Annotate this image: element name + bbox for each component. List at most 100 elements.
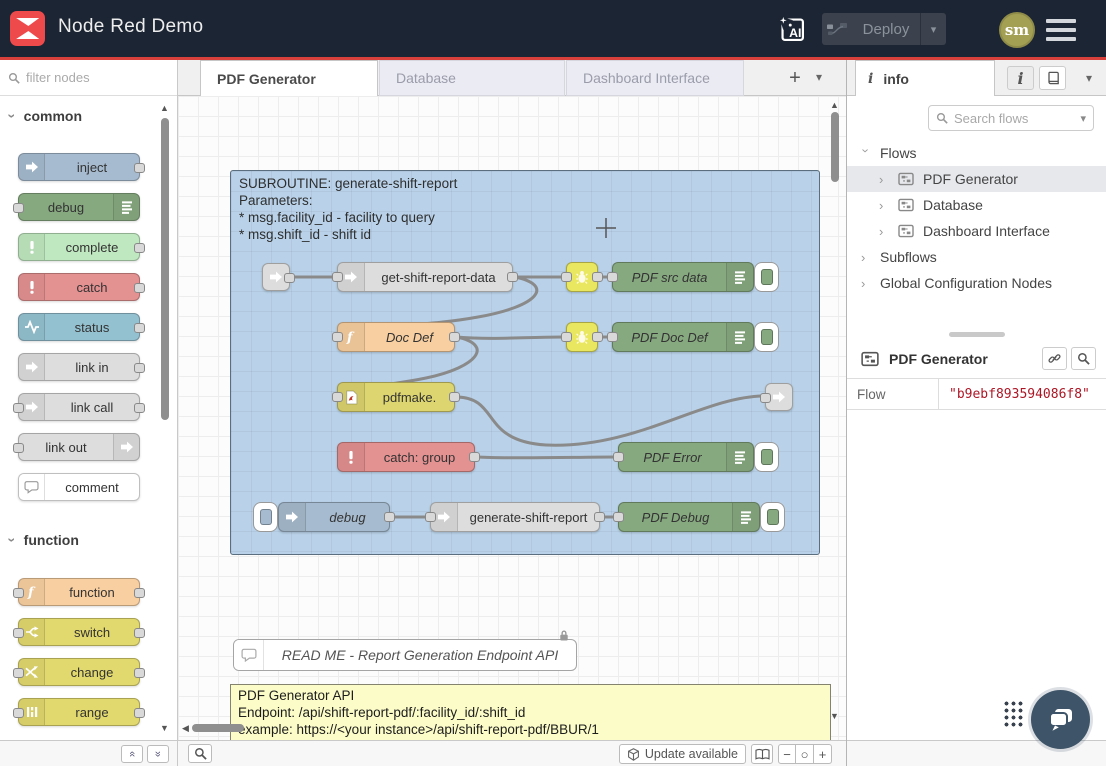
canvas-scroll-left[interactable]: ◀ (182, 724, 189, 733)
debug-node-pdf-doc-def[interactable]: PDF Doc Def (612, 322, 754, 352)
input-port[interactable] (332, 332, 343, 342)
expand-all-button[interactable]: « (147, 745, 169, 763)
debug-node-pdf-error[interactable]: PDF Error (618, 442, 754, 472)
zoom-reset-button[interactable]: ○ (796, 744, 814, 764)
tree-item-flows[interactable]: › Flows (847, 140, 1106, 166)
palette-node-function[interactable]: function (18, 578, 140, 606)
function-node-doc-def[interactable]: Doc Def (337, 322, 455, 352)
output-port[interactable] (134, 588, 145, 598)
sidebar-divider-handle[interactable] (847, 328, 1106, 340)
debug-enable-toggle[interactable] (754, 262, 779, 292)
pdfmake-node[interactable]: pdfmake. (337, 382, 455, 412)
palette-node-range[interactable]: range (18, 698, 140, 726)
palette-node-inject[interactable]: inject (18, 153, 140, 181)
palette-node-debug[interactable]: debug (18, 193, 140, 221)
help-book-button[interactable] (1039, 66, 1066, 90)
search-flows-input[interactable] (954, 111, 1074, 126)
output-port[interactable] (384, 512, 395, 522)
input-port[interactable] (613, 452, 624, 462)
filter-nodes-input[interactable] (26, 70, 169, 85)
link-out-node[interactable] (765, 383, 793, 411)
palette-node-switch[interactable]: switch (18, 618, 140, 646)
palette-node-status[interactable]: status (18, 313, 140, 341)
main-menu-button[interactable] (1046, 19, 1076, 41)
debug-enable-toggle[interactable] (754, 442, 779, 472)
output-port[interactable] (134, 323, 145, 333)
copy-link-button[interactable] (1042, 347, 1067, 370)
catch-node[interactable]: catch: group (337, 442, 475, 472)
output-port[interactable] (134, 283, 145, 293)
canvas-scroll-down[interactable]: ▼ (830, 712, 839, 721)
input-port[interactable] (332, 392, 343, 402)
output-port[interactable] (449, 332, 460, 342)
input-port[interactable] (561, 332, 572, 342)
output-port[interactable] (134, 668, 145, 678)
output-port[interactable] (449, 392, 460, 402)
canvas-horizontal-scrollbar[interactable] (192, 724, 244, 732)
input-port[interactable] (13, 203, 24, 213)
debug-enable-toggle[interactable] (754, 322, 779, 352)
link-call-node[interactable]: get-shift-report-data (337, 262, 513, 292)
ai-assistant-button[interactable] (776, 13, 808, 45)
deploy-options-button[interactable]: ▾ (920, 13, 946, 45)
flow-canvas[interactable]: SUBROUTINE: generate-shift-reportParamet… (178, 96, 846, 740)
palette-category-function[interactable]: › function (10, 532, 79, 548)
output-port[interactable] (134, 708, 145, 718)
input-port[interactable] (561, 272, 572, 282)
palette-node-link-out[interactable]: link out (18, 433, 140, 461)
link-call-node-generate[interactable]: generate-shift-report (430, 502, 600, 532)
search-flows-button[interactable] (188, 744, 212, 763)
input-port[interactable] (332, 272, 343, 282)
output-port[interactable] (134, 163, 145, 173)
tree-item-database[interactable]: › Database (847, 192, 1106, 218)
debug-node-pdf-src-data[interactable]: PDF src data (612, 262, 754, 292)
info-tool-button[interactable]: i (1007, 66, 1034, 90)
palette-node-link-call[interactable]: link call (18, 393, 140, 421)
palette-node-catch[interactable]: catch (18, 273, 140, 301)
tab-info[interactable]: i info (855, 60, 995, 96)
input-port[interactable] (607, 272, 618, 282)
navigator-button[interactable] (751, 744, 773, 764)
palette-scroll-down[interactable]: ▼ (160, 724, 169, 733)
canvas-scroll-up[interactable]: ▲ (830, 101, 839, 110)
input-port[interactable] (760, 393, 771, 403)
update-available-button[interactable]: Update available (619, 744, 746, 764)
widget-drag-handle[interactable] (1003, 700, 1024, 728)
link-in-node[interactable] (262, 263, 290, 291)
tree-item-global-config[interactable]: › Global Configuration Nodes (847, 270, 1106, 296)
output-port[interactable] (592, 272, 603, 282)
output-port[interactable] (134, 363, 145, 373)
tree-item-dashboard-interface[interactable]: › Dashboard Interface (847, 218, 1106, 244)
tab-dashboard-interface[interactable]: Dashboard Interface (566, 60, 744, 96)
input-port[interactable] (13, 668, 24, 678)
output-port[interactable] (134, 243, 145, 253)
tab-database[interactable]: Database (379, 60, 565, 96)
tree-item-pdf-generator[interactable]: › PDF Generator (847, 166, 1106, 192)
debug-junction-node[interactable] (566, 262, 598, 292)
debug-node-pdf-debug[interactable]: PDF Debug (618, 502, 760, 532)
flow-group[interactable]: SUBROUTINE: generate-shift-reportParamet… (230, 170, 820, 555)
input-port[interactable] (425, 512, 436, 522)
output-port[interactable] (507, 272, 518, 282)
chevron-down-icon[interactable]: ▾ (1080, 112, 1086, 125)
comment-node[interactable]: READ ME - Report Generation Endpoint API (233, 639, 577, 671)
debug-enable-toggle[interactable] (760, 502, 785, 532)
input-port[interactable] (13, 588, 24, 598)
input-port[interactable] (13, 403, 24, 413)
api-info-note[interactable]: PDF Generator API Endpoint: /api/shift-r… (230, 684, 831, 740)
output-port[interactable] (134, 628, 145, 638)
inject-node-debug[interactable]: debug (278, 502, 390, 532)
zoom-out-button[interactable]: − (778, 744, 796, 764)
palette-scrollbar[interactable] (161, 118, 169, 420)
input-port[interactable] (13, 443, 24, 453)
palette-node-change[interactable]: change (18, 658, 140, 686)
chat-widget-button[interactable] (1031, 690, 1090, 749)
palette-node-link-in[interactable]: link in (18, 353, 140, 381)
palette-node-comment[interactable]: comment (18, 473, 140, 501)
palette-node-complete[interactable]: complete (18, 233, 140, 261)
output-port[interactable] (284, 273, 295, 283)
palette-category-common[interactable]: › common (10, 108, 82, 124)
output-port[interactable] (592, 332, 603, 342)
input-port[interactable] (13, 708, 24, 718)
input-port[interactable] (13, 628, 24, 638)
